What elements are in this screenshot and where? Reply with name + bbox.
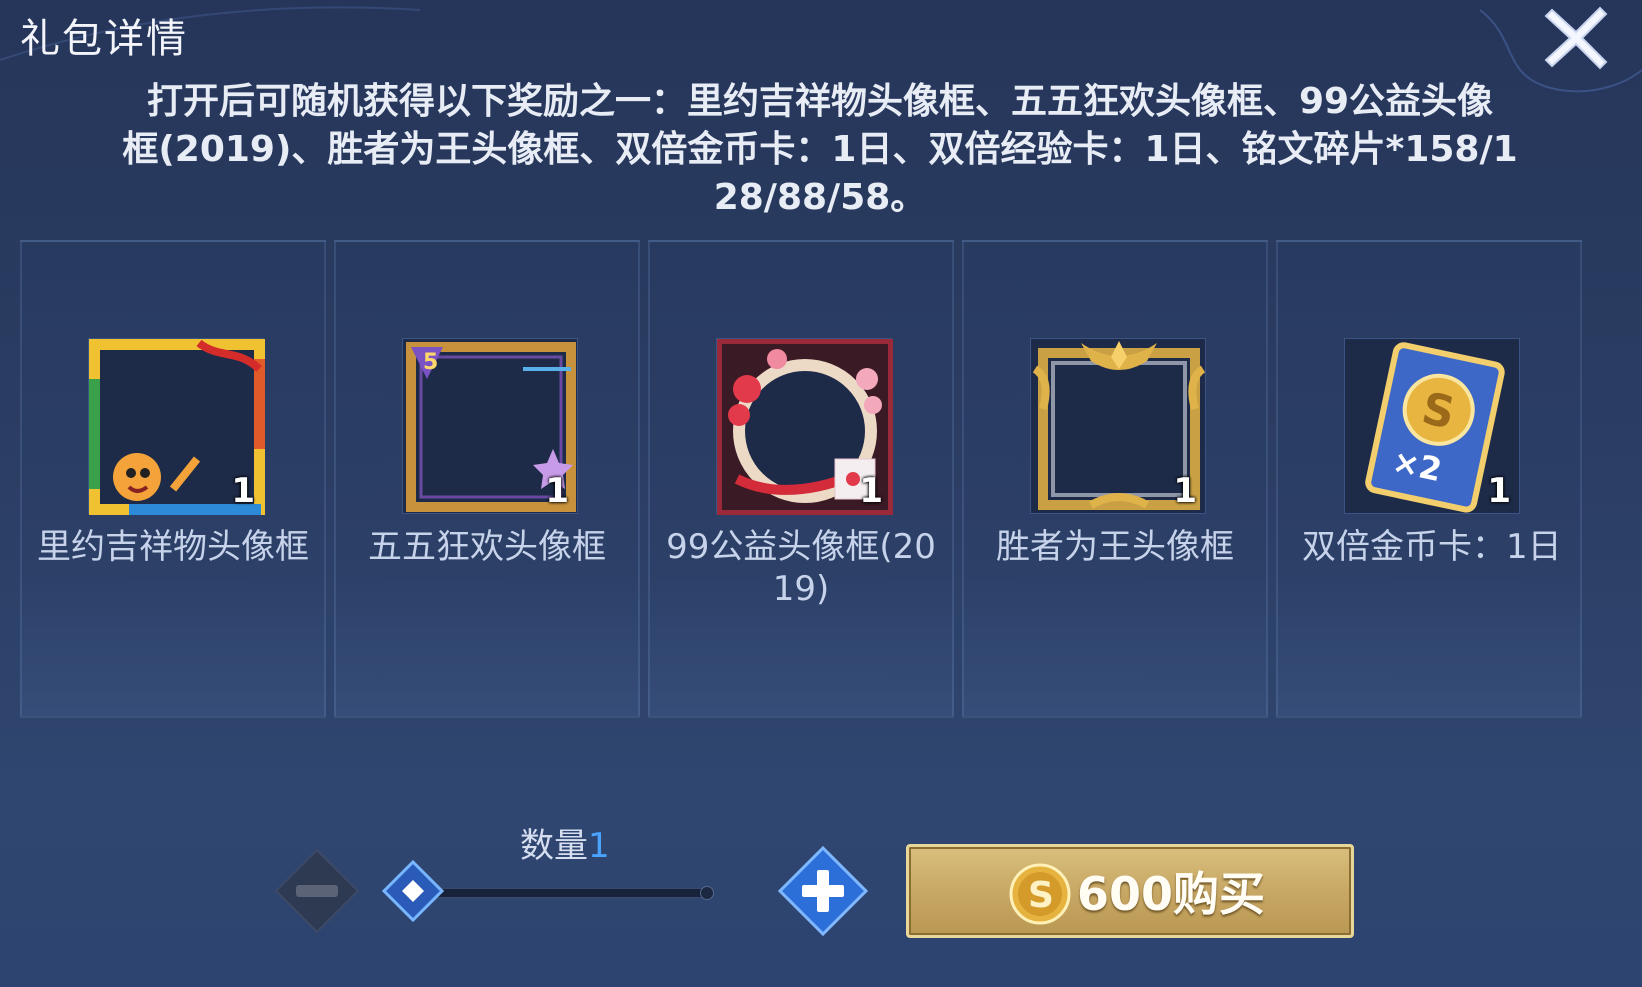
buy-button[interactable]: S 600购买: [906, 844, 1354, 938]
reward-name: 里约吉祥物头像框: [37, 527, 309, 567]
reward-card[interactable]: 1 胜者为王头像框: [962, 240, 1268, 718]
svg-text:S: S: [1028, 875, 1054, 916]
buy-button-label: 600购买: [1077, 867, 1266, 921]
gold-frame-icon: 1: [1030, 338, 1206, 514]
svg-text:5: 5: [423, 350, 438, 375]
reward-card[interactable]: 1 99公益头像框(20 19): [648, 240, 954, 718]
reward-count: 1: [1173, 471, 1197, 511]
diamond-handle-icon: [381, 859, 445, 923]
minus-icon: [274, 848, 360, 934]
star-frame-icon: 5 1: [402, 338, 578, 514]
reward-card[interactable]: S ×2 1 双倍金币卡：1日: [1276, 240, 1582, 718]
reward-count: 1: [231, 471, 255, 511]
reward-count: 1: [1487, 471, 1511, 511]
reward-name: 胜者为王头像框: [996, 527, 1234, 567]
gift-description: 打开后可随机获得以下奖励之一：里约吉祥物头像框、五五狂欢头像框、99公益头像 框…: [50, 78, 1590, 222]
reward-count: 1: [859, 471, 883, 511]
reward-card[interactable]: 5 1 五五狂欢头像框: [334, 240, 640, 718]
slider-end: [700, 886, 714, 900]
reward-list: 1 里约吉祥物头像框 5 1 五五狂欢头像框 1 99公益头像框(20 19) …: [20, 240, 1620, 720]
reward-count: 1: [545, 471, 569, 511]
reward-name: 99公益头像框(20 19): [666, 527, 936, 609]
double-coin-card-icon: S ×2 1: [1344, 338, 1520, 514]
slider-track[interactable]: [424, 888, 712, 898]
reward-card[interactable]: 1 里约吉祥物头像框: [20, 240, 326, 718]
page-title: 礼包详情: [20, 16, 188, 62]
gold-coin-icon: S: [1009, 863, 1071, 925]
slider-handle[interactable]: [380, 858, 446, 924]
reward-name: 双倍金币卡：1日: [1302, 527, 1562, 567]
mascot-frame-icon: 1: [88, 338, 265, 515]
close-button[interactable]: [1540, 0, 1612, 72]
description-line-2: 框(2019)、胜者为王头像框、双倍金币卡：1日、双倍经验卡：1日、铭文碎片*1…: [122, 129, 1518, 170]
reward-name: 五五狂欢头像框: [368, 527, 606, 567]
description-line-3: 28/88/58。: [713, 177, 927, 218]
increase-quantity-button[interactable]: [776, 844, 870, 938]
decrease-quantity-button[interactable]: [272, 846, 362, 936]
plus-icon: [777, 845, 869, 937]
close-icon: [1544, 6, 1608, 70]
flower-frame-icon: 1: [716, 338, 893, 515]
description-line-1: 打开后可随机获得以下奖励之一：里约吉祥物头像框、五五狂欢头像框、99公益头像: [146, 81, 1494, 122]
quantity-slider[interactable]: [380, 858, 730, 924]
